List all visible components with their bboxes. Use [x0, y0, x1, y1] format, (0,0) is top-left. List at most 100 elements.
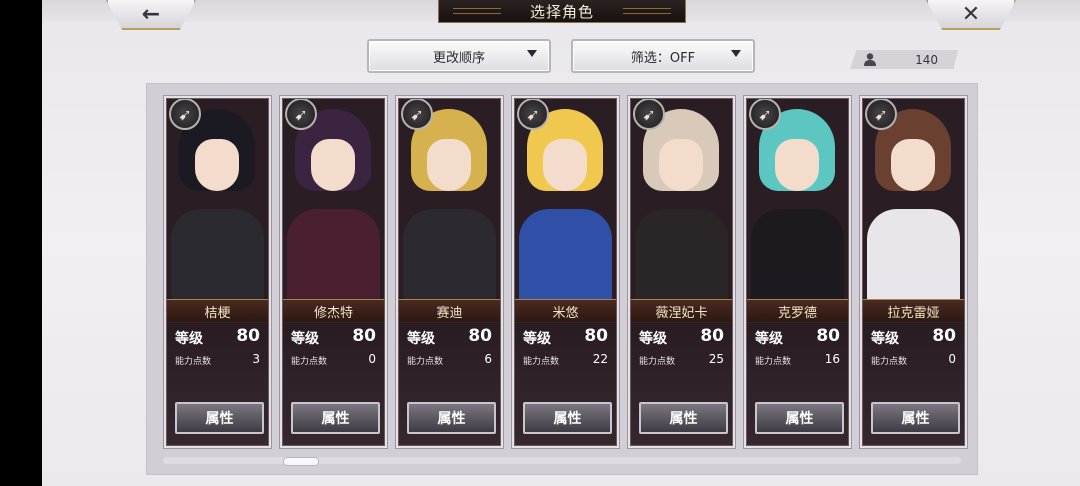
character-card[interactable]: ➹ 赛迪 等级 80 能力点数 6 属性: [398, 98, 501, 446]
portrait-body: [635, 209, 728, 299]
ability-points-value: 25: [708, 352, 724, 366]
character-stats: 等级 80 能力点数 0 属性: [863, 322, 964, 445]
portrait-face: [775, 139, 819, 191]
level-value: 80: [468, 326, 492, 346]
character-name: 桔梗: [167, 299, 268, 323]
level-label: 等级: [175, 331, 203, 347]
ability-points-label: 能力点数: [871, 357, 908, 367]
attributes-button-label: 属性: [205, 411, 234, 427]
character-stats: 等级 80 能力点数 6 属性: [399, 322, 500, 445]
ability-points-value: 0: [368, 352, 376, 366]
scrollbar-thumb[interactable]: [283, 457, 319, 466]
attributes-button[interactable]: 属性: [639, 402, 728, 434]
portrait-face: [659, 139, 703, 191]
filter-label: 筛选：OFF: [630, 50, 696, 66]
character-card[interactable]: ➹ 薇涅妃卡 等级 80 能力点数 25 属性: [630, 98, 733, 446]
character-name-text: 修杰特: [313, 305, 353, 321]
level-value: 80: [816, 326, 840, 346]
portrait-body: [751, 209, 844, 299]
character-name-text: 薇涅妃卡: [655, 305, 708, 321]
portrait-body: [403, 209, 496, 299]
ability-points-label: 能力点数: [755, 357, 792, 367]
portrait-body: [171, 209, 264, 299]
portrait-face: [427, 139, 471, 191]
level-value: 80: [700, 326, 724, 346]
ability-points-label: 能力点数: [523, 357, 560, 367]
chevron-down-icon: [527, 50, 537, 57]
character-name-text: 克罗德: [777, 305, 817, 321]
portrait-face: [891, 139, 935, 191]
character-card[interactable]: ➹ 米悠 等级 80 能力点数 22 属性: [514, 98, 617, 446]
ability-points-value: 3: [252, 352, 260, 366]
character-name: 赛迪: [399, 299, 500, 323]
character-name: 修杰特: [283, 299, 384, 323]
character-name-text: 桔梗: [204, 305, 231, 321]
back-button[interactable]: ←: [106, 0, 196, 30]
screen: ← 选择角色 ✕ 更改顺序 筛选：OFF 140 ➹ 桔梗 等级 80 能力点数…: [42, 0, 1080, 486]
attributes-button-label: 属性: [901, 411, 930, 427]
level-label: 等级: [871, 331, 899, 347]
sort-order-dropdown[interactable]: 更改顺序: [367, 39, 551, 73]
attributes-button[interactable]: 属性: [291, 402, 380, 434]
page-title: 选择角色: [438, 0, 686, 23]
character-name: 薇涅妃卡: [631, 299, 732, 323]
character-name-text: 拉克雷娅: [887, 305, 940, 321]
portrait-body: [867, 209, 960, 299]
character-stats: 等级 80 能力点数 0 属性: [283, 322, 384, 445]
portrait-face: [195, 139, 239, 191]
level-label: 等级: [291, 331, 319, 347]
bow-class-icon: ➹: [285, 99, 317, 130]
arrow-left-icon: ←: [141, 1, 161, 27]
character-stats: 等级 80 能力点数 25 属性: [631, 322, 732, 445]
close-button[interactable]: ✕: [926, 0, 1016, 30]
level-value: 80: [932, 326, 956, 346]
chevron-down-icon: [731, 50, 741, 57]
character-stats: 等级 80 能力点数 16 属性: [747, 322, 848, 445]
character-count-badge: 140: [850, 50, 958, 69]
attributes-button[interactable]: 属性: [175, 402, 264, 434]
ability-points-value: 0: [948, 352, 956, 366]
attributes-button[interactable]: 属性: [755, 402, 844, 434]
character-card[interactable]: ➹ 拉克雷娅 等级 80 能力点数 0 属性: [862, 98, 965, 446]
filter-dropdown[interactable]: 筛选：OFF: [571, 39, 755, 73]
attributes-button-label: 属性: [553, 411, 582, 427]
attributes-button-label: 属性: [785, 411, 814, 427]
character-card[interactable]: ➹ 桔梗 等级 80 能力点数 3 属性: [166, 98, 269, 446]
character-name: 克罗德: [747, 299, 848, 323]
level-label: 等级: [407, 331, 435, 347]
level-label: 等级: [523, 331, 551, 347]
portrait-face: [311, 139, 355, 191]
attributes-button-label: 属性: [669, 411, 698, 427]
ability-points-label: 能力点数: [639, 357, 676, 367]
ability-points-value: 22: [592, 352, 608, 366]
level-label: 等级: [755, 331, 783, 347]
portrait-body: [519, 209, 612, 299]
ability-points-label: 能力点数: [175, 357, 212, 367]
character-name: 米悠: [515, 299, 616, 323]
close-icon: ✕: [961, 1, 981, 27]
bow-class-icon: ➹: [749, 99, 781, 130]
character-stats: 等级 80 能力点数 22 属性: [515, 322, 616, 445]
attributes-button-label: 属性: [321, 411, 350, 427]
portrait-body: [287, 209, 380, 299]
ability-points-label: 能力点数: [291, 357, 328, 367]
bow-class-icon: ➹: [865, 99, 897, 130]
level-label: 等级: [639, 331, 667, 347]
character-name: 拉克雷娅: [863, 299, 964, 323]
attributes-button[interactable]: 属性: [407, 402, 496, 434]
character-card[interactable]: ➹ 修杰特 等级 80 能力点数 0 属性: [282, 98, 385, 446]
page-title-text: 选择角色: [529, 2, 594, 21]
character-list-panel: ➹ 桔梗 等级 80 能力点数 3 属性 ➹ 修杰特 等级 80 能力点数 0 …: [146, 83, 978, 475]
level-value: 80: [352, 326, 376, 346]
bow-class-icon: ➹: [633, 99, 665, 130]
level-value: 80: [584, 326, 608, 346]
attributes-button[interactable]: 属性: [871, 402, 960, 434]
ability-points-value: 6: [484, 352, 492, 366]
character-stats: 等级 80 能力点数 3 属性: [167, 322, 268, 445]
character-card[interactable]: ➹ 克罗德 等级 80 能力点数 16 属性: [746, 98, 849, 446]
attributes-button[interactable]: 属性: [523, 402, 612, 434]
character-name-text: 赛迪: [436, 305, 463, 321]
level-value: 80: [236, 326, 260, 346]
sort-order-label: 更改顺序: [432, 50, 485, 66]
attributes-button-label: 属性: [437, 411, 466, 427]
